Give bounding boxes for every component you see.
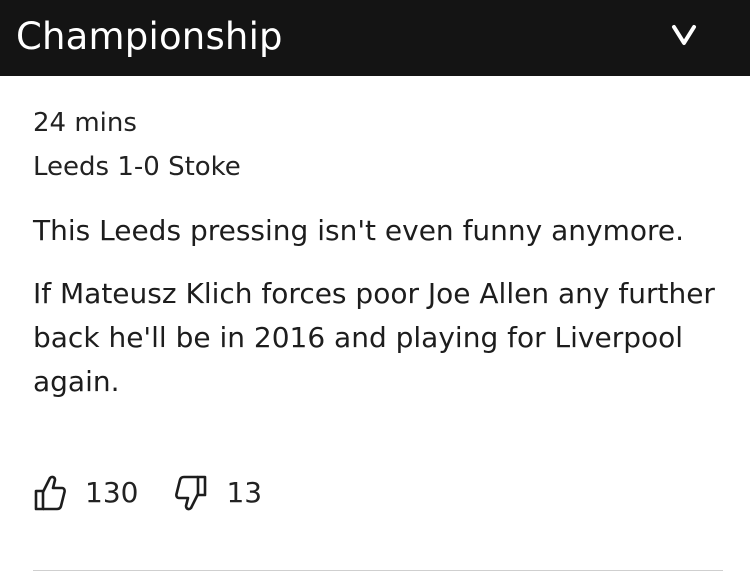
thumbs-down-icon [174,474,208,512]
section-title: Championship [16,15,283,58]
section-header[interactable]: Championship [0,0,750,76]
thumbs-up-icon [33,474,67,512]
like-count: 130 [85,476,139,509]
chevron-down-icon[interactable] [664,18,704,52]
post-paragraph: If Mateusz Klich forces poor Joe Allen a… [33,277,715,398]
reaction-bar: 130 13 [33,473,262,513]
post-paragraph: This Leeds pressing isn't even funny any… [33,214,685,247]
dislike-button[interactable]: 13 [174,473,262,513]
dislike-count: 13 [226,476,263,509]
live-post: 24 mins Leeds 1-0 Stoke This Leeds press… [33,105,723,404]
divider [33,570,723,571]
like-button[interactable]: 130 [33,473,138,513]
post-time: 24 mins [33,108,137,138]
match-score: Leeds 1-0 Stoke [33,152,241,182]
